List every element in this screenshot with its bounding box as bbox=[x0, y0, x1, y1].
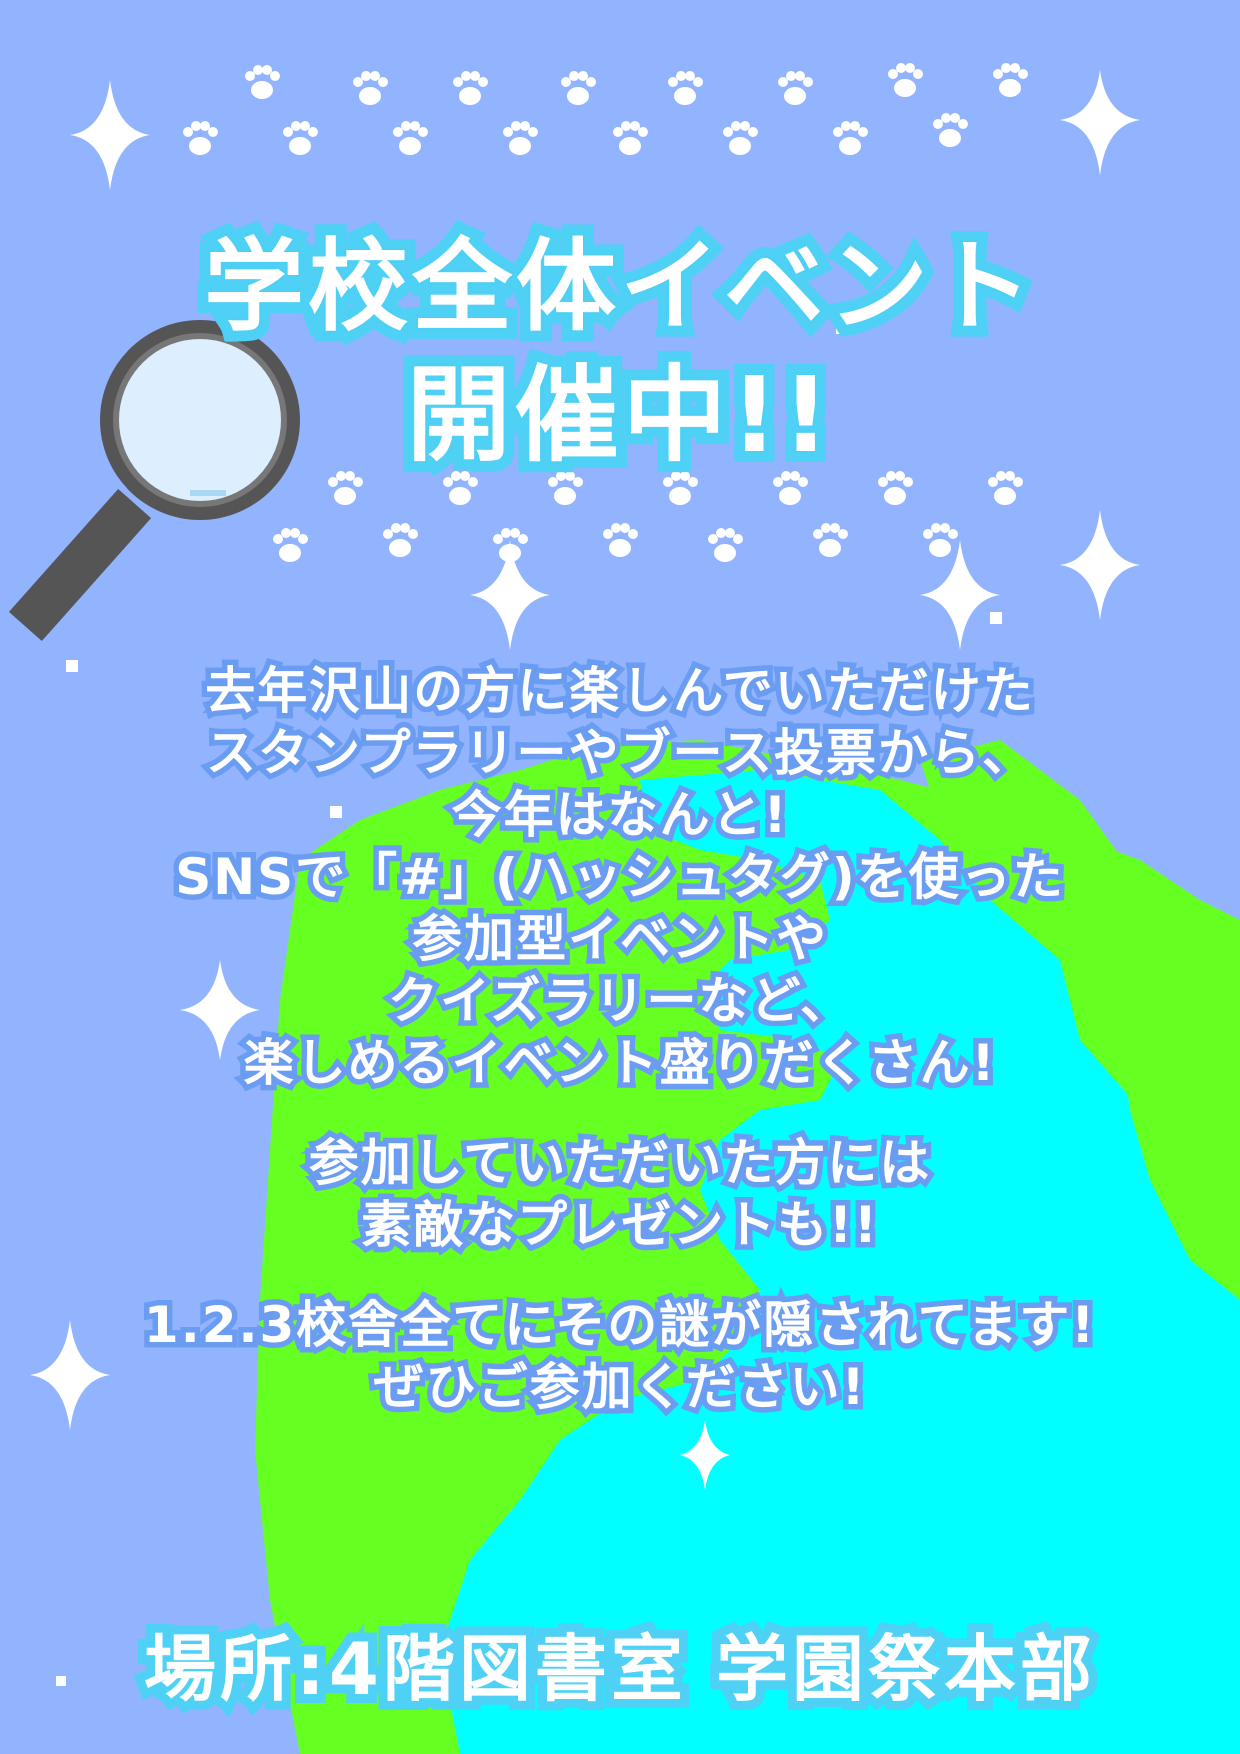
paw-print-icon bbox=[933, 113, 968, 147]
description-line: 素敵なプレゼントも!! bbox=[356, 1191, 883, 1260]
paw-print-icon bbox=[183, 121, 218, 155]
paw-print-icon bbox=[778, 71, 813, 105]
description-line: 1.2.3校舎全てにその謎が隠されてます! bbox=[138, 1291, 1099, 1360]
paw-print-icon bbox=[723, 121, 758, 155]
description-spacer bbox=[0, 1256, 1240, 1294]
paw-print-icon bbox=[493, 528, 528, 562]
paw-print-icon bbox=[708, 528, 743, 562]
description-line: ぜひご参加ください! bbox=[368, 1353, 870, 1422]
paw-print-icon bbox=[453, 71, 488, 105]
event-description: 去年沢山の方に楽しんでいただけた スタンプラリーやブース投票から、 今年はなんと… bbox=[0, 657, 1240, 1422]
paw-print-icon bbox=[273, 528, 308, 562]
event-location: 場所:4階図書室 学園祭本部 bbox=[135, 1618, 1101, 1720]
paw-print-icon bbox=[245, 65, 280, 99]
paw-print-icon bbox=[813, 523, 848, 557]
paw-print-icon bbox=[503, 121, 538, 155]
paw-print-icon bbox=[283, 121, 318, 155]
description-line: スタンプラリーやブース投票から、 bbox=[201, 719, 1038, 788]
paw-print-icon bbox=[603, 523, 638, 557]
description-line: 去年沢山の方に楽しんでいただけた bbox=[200, 657, 1039, 726]
paw-print-icon bbox=[833, 121, 868, 155]
description-line: SNSで「#」(ハッシュタグ)を使った bbox=[170, 843, 1068, 912]
paw-print-icon bbox=[923, 523, 958, 557]
paw-print-icon bbox=[993, 63, 1028, 97]
paw-print-icon bbox=[613, 121, 648, 155]
event-poster: 学校全体イベント 開催中!! 去年沢山の方に楽しんでいただけた スタンプラリーや… bbox=[0, 0, 1240, 1754]
description-line: 参加型イベントや bbox=[407, 905, 832, 974]
description-line: クイズラリーなど、 bbox=[383, 967, 856, 1036]
description-line: 今年はなんと! bbox=[446, 781, 792, 850]
event-title-line-2: 開催中!! bbox=[396, 343, 841, 487]
paw-print-icon bbox=[668, 71, 703, 105]
description-spacer bbox=[0, 1094, 1240, 1132]
paw-print-icon bbox=[561, 71, 596, 105]
description-line: 参加していただいた方には bbox=[303, 1129, 935, 1198]
paw-print-icon bbox=[353, 71, 388, 105]
event-title-line-1: 学校全体イベント bbox=[193, 217, 1043, 356]
description-line: 楽しめるイベント盛りだくさん! bbox=[238, 1029, 1000, 1098]
paw-print-icon bbox=[393, 121, 428, 155]
paw-print-icon bbox=[383, 523, 418, 557]
paw-print-icon bbox=[888, 63, 923, 97]
